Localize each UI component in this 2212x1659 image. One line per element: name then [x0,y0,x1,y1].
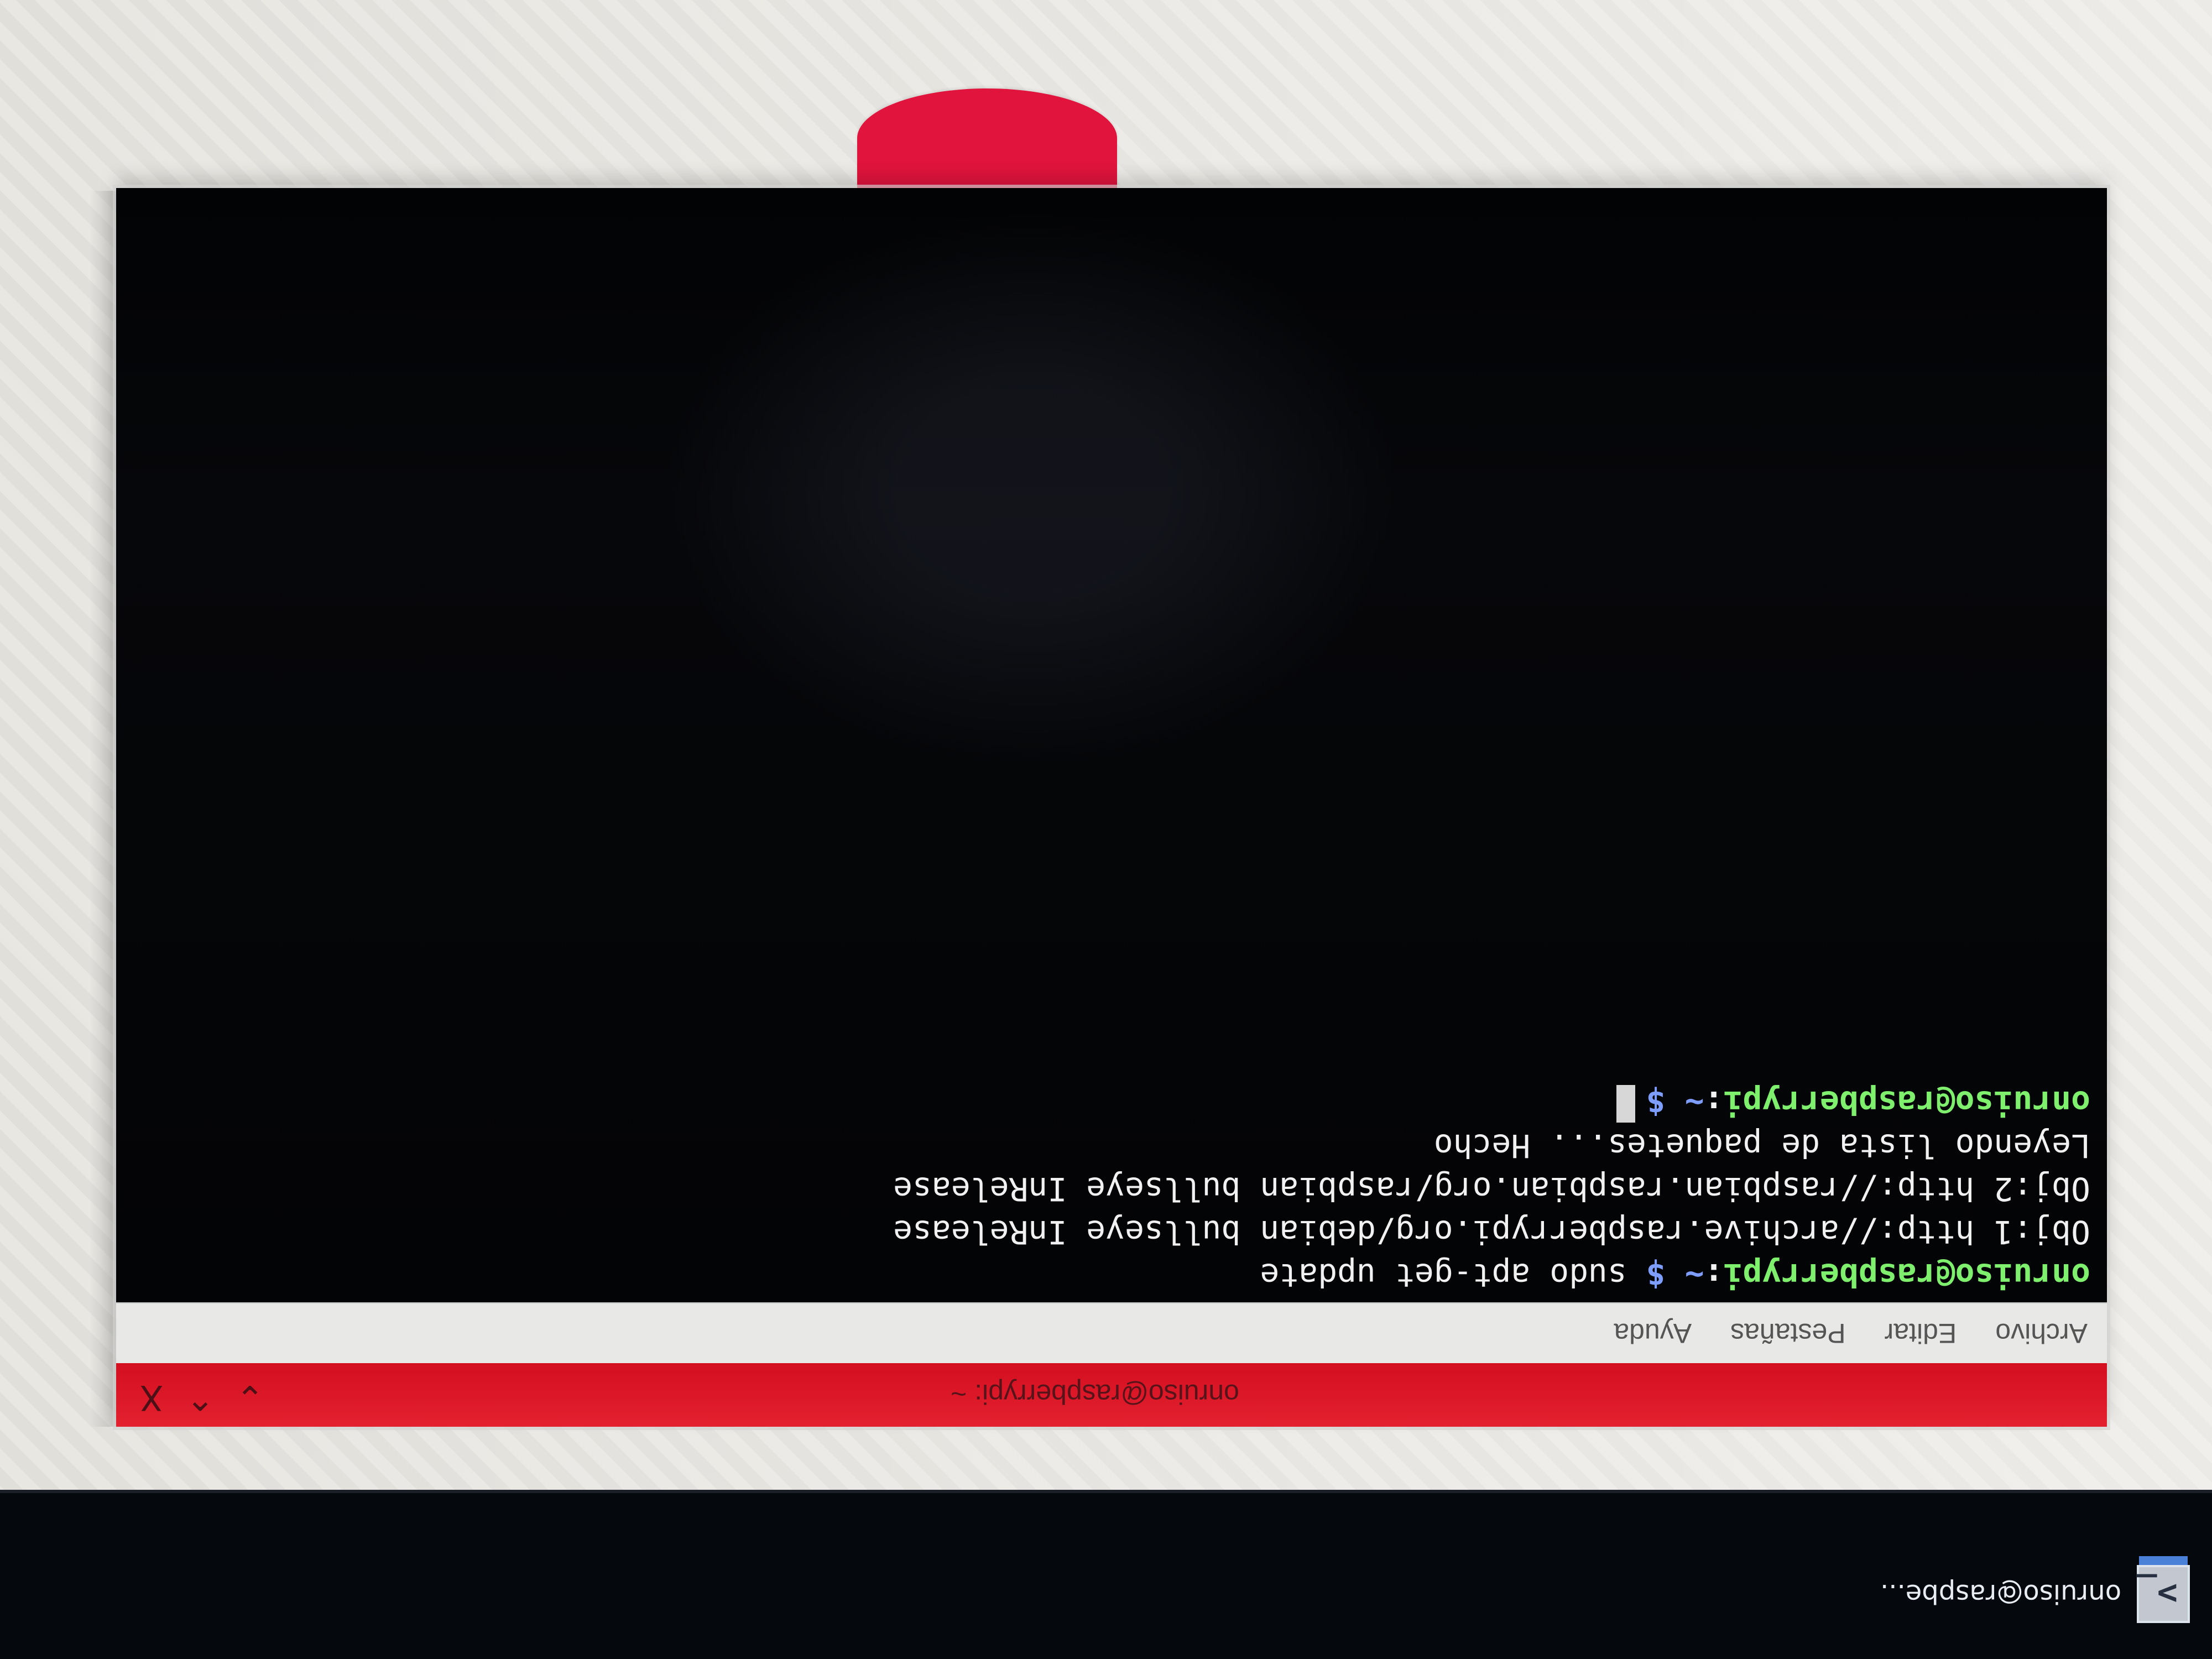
prompt-user: onruiso@raspberrypi [1723,1084,2090,1121]
command-line: onruiso@raspberrypi:~ $ sudo apt-get upd… [133,1254,2090,1297]
current-prompt-line[interactable]: onruiso@raspberrypi:~ $ [133,1081,2090,1124]
prompt-symbol: $ [1646,1084,1666,1121]
prompt-symbol: $ [1646,1256,1666,1294]
entered-command: sudo apt-get update [1260,1256,1627,1294]
menu-item-pestanas[interactable]: Pestañas [1730,1317,1845,1349]
window-controls: ⌄ ⌃ X [138,1378,264,1418]
output-line: Obj:2 http://raspbian.raspbian.org/raspb… [893,1170,2090,1208]
terminal-icon: >_ [2136,1565,2190,1623]
close-button[interactable]: X [138,1378,165,1418]
prompt-path: ~ [1684,1256,1704,1294]
menu-item-ayuda[interactable]: Ayuda [1614,1317,1692,1349]
raspberry-decoration [857,88,1117,188]
menu-item-editar[interactable]: Editar [1885,1317,1957,1349]
output-line: Leyendo lista de paquetes... Hecho [1433,1127,2090,1165]
rotated-screen: >_ onruiso@raspbe... onruiso@raspberrypi… [0,0,2212,1659]
maximize-button[interactable]: ⌃ [186,1378,215,1418]
menu-item-archivo[interactable]: Archivo [1995,1317,2088,1349]
window-title: onruiso@raspberrypi: ~ [951,1379,1239,1410]
prompt-separator: : [1704,1256,1724,1294]
prompt-user: onruiso@raspberrypi [1723,1256,2090,1294]
prompt-separator: : [1704,1084,1724,1121]
output-line: Obj:1 http://archive.raspberrypi.org/deb… [893,1213,2090,1251]
prompt-path: ~ [1684,1084,1704,1121]
window-shadow [90,191,116,1427]
terminal-output[interactable]: onruiso@raspberrypi:~ $ sudo apt-get upd… [116,188,2107,1302]
minimize-button[interactable]: ⌄ [236,1378,264,1418]
taskbar-terminal-button[interactable]: >_ onruiso@raspbe... [1880,1559,2190,1629]
taskbar: >_ onruiso@raspbe... [0,1490,2212,1659]
menu-bar: Archivo Editar Pestañas Ayuda [116,1302,2107,1363]
text-cursor[interactable] [1616,1085,1635,1123]
taskbar-app-label: onruiso@raspbe... [1880,1578,2122,1610]
terminal-window[interactable]: onruiso@raspberrypi: ~ ⌄ ⌃ X Archivo Edi… [116,188,2107,1427]
window-titlebar[interactable]: onruiso@raspberrypi: ~ ⌄ ⌃ X [116,1361,2107,1427]
terminal-prompt-icon: >_ [2136,1574,2178,1614]
